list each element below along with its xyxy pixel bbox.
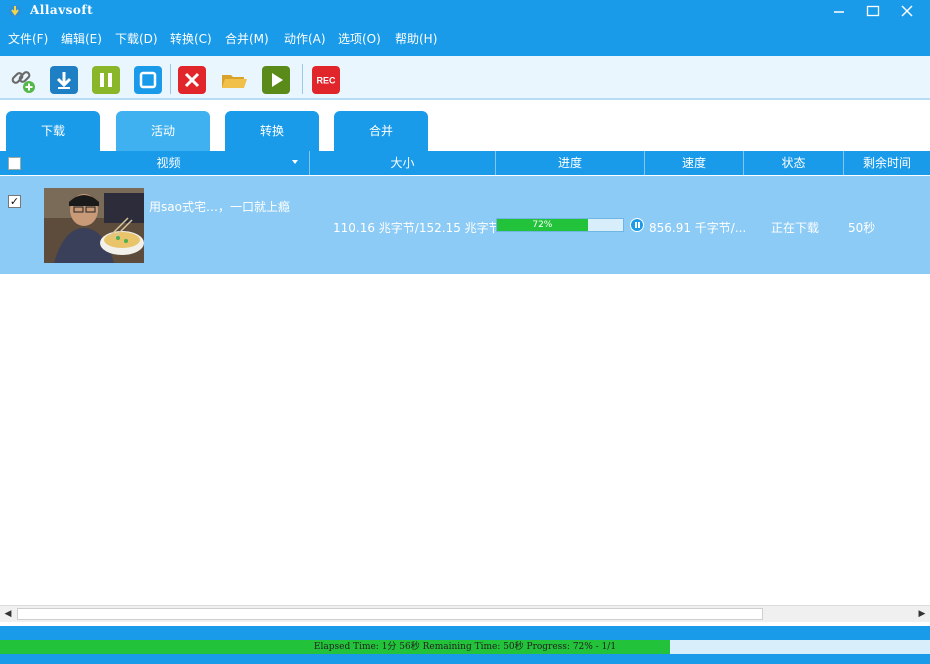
column-header-remaining[interactable]: 剩余时间 [844, 151, 930, 175]
speed-cell: 856.91 千字节/... [649, 221, 747, 235]
column-header-size[interactable]: 大小 [310, 151, 496, 175]
column-label: 视频 [156, 156, 181, 170]
tab-download[interactable]: 下载 [6, 111, 100, 151]
app-logo-icon [9, 5, 21, 17]
row-progress-bar: 72% [496, 218, 624, 232]
menu-merge[interactable]: 合并(M) [225, 30, 269, 47]
row-pause-icon[interactable] [630, 218, 644, 232]
window-title: Allavsoft [30, 3, 94, 17]
menu-options[interactable]: 选项(O) [338, 30, 381, 47]
tab-merge[interactable]: 合并 [334, 111, 428, 151]
video-title[interactable]: 用sao式宅…，一口就上瘾 [149, 198, 290, 215]
sort-down-icon [292, 160, 298, 164]
column-header-speed[interactable]: 速度 [645, 151, 744, 175]
pause-all-button[interactable] [92, 66, 120, 94]
scroll-right-arrow-icon[interactable]: ▶ [914, 606, 930, 622]
stop-icon [139, 71, 157, 89]
tab-convert[interactable]: 转换 [225, 111, 319, 151]
scroll-left-arrow-icon[interactable]: ◀ [0, 606, 16, 622]
select-all-checkbox[interactable] [8, 157, 21, 170]
delete-button[interactable] [178, 66, 206, 94]
record-label: REC [316, 76, 336, 86]
menu-download[interactable]: 下载(D) [115, 30, 158, 47]
menu-bar: 文件(F) 编辑(E) 下载(D) 转换(C) 合并(M) 动作(A) 选项(O… [0, 24, 930, 56]
remaining-time-cell: 50秒 [848, 221, 876, 235]
record-icon: REC [316, 76, 336, 86]
table-row[interactable]: ✓ 用sao式宅…，一口就上瘾 110.16 兆字节/152.15 兆字节 72… [0, 176, 930, 274]
table-header: 视频 大小 进度 速度 状态 剩余时间 [0, 151, 930, 175]
maximize-button[interactable] [856, 0, 890, 22]
play-icon [272, 73, 283, 87]
scrollbar-thumb[interactable] [17, 608, 763, 620]
delete-icon [184, 72, 200, 88]
status-cell: 正在下载 [771, 221, 820, 235]
maximize-icon [866, 5, 880, 17]
column-header-progress[interactable]: 进度 [496, 151, 645, 175]
row-checkbox[interactable]: ✓ [8, 195, 21, 208]
row-progress-label: 72% [532, 220, 553, 230]
download-icon [56, 72, 72, 89]
title-bar: Allavsoft [0, 0, 930, 24]
stop-button[interactable] [134, 66, 162, 94]
minimize-button[interactable] [822, 0, 856, 22]
column-header-video[interactable]: 视频 [28, 151, 310, 175]
open-folder-button[interactable] [220, 66, 248, 94]
paste-link-button[interactable] [8, 66, 36, 94]
menu-convert[interactable]: 转换(C) [170, 30, 212, 47]
overall-progress-bar: Elapsed Time: 1分 56秒 Remaining Time: 50秒… [0, 640, 930, 654]
video-thumbnail [44, 188, 144, 263]
menu-file[interactable]: 文件(F) [8, 30, 48, 47]
toolbar: REC [0, 56, 930, 100]
minimize-icon [834, 11, 844, 13]
menu-action[interactable]: 动作(A) [284, 30, 326, 47]
size-cell: 110.16 兆字节/152.15 兆字节 [333, 221, 501, 235]
menu-edit[interactable]: 编辑(E) [61, 30, 102, 47]
pause-icon [100, 73, 112, 87]
download-button[interactable] [50, 66, 78, 94]
toolbar-separator [302, 64, 303, 94]
tab-activity[interactable]: 活动 [116, 111, 210, 151]
close-icon [901, 5, 913, 17]
status-text: Elapsed Time: 1分 56秒 Remaining Time: 50秒… [313, 642, 617, 652]
menu-help[interactable]: 帮助(H) [395, 30, 437, 47]
toolbar-separator [170, 64, 171, 94]
download-list-empty-area [0, 274, 930, 605]
record-button[interactable]: REC [312, 66, 340, 94]
open-folder-icon [222, 75, 247, 88]
column-header-status[interactable]: 状态 [744, 151, 844, 175]
status-bar: Elapsed Time: 1分 56秒 Remaining Time: 50秒… [0, 626, 930, 664]
play-button[interactable] [262, 66, 290, 94]
horizontal-scrollbar[interactable]: ◀ ▶ [0, 605, 930, 622]
paste-link-icon [11, 71, 35, 93]
close-window-button[interactable] [890, 0, 924, 22]
